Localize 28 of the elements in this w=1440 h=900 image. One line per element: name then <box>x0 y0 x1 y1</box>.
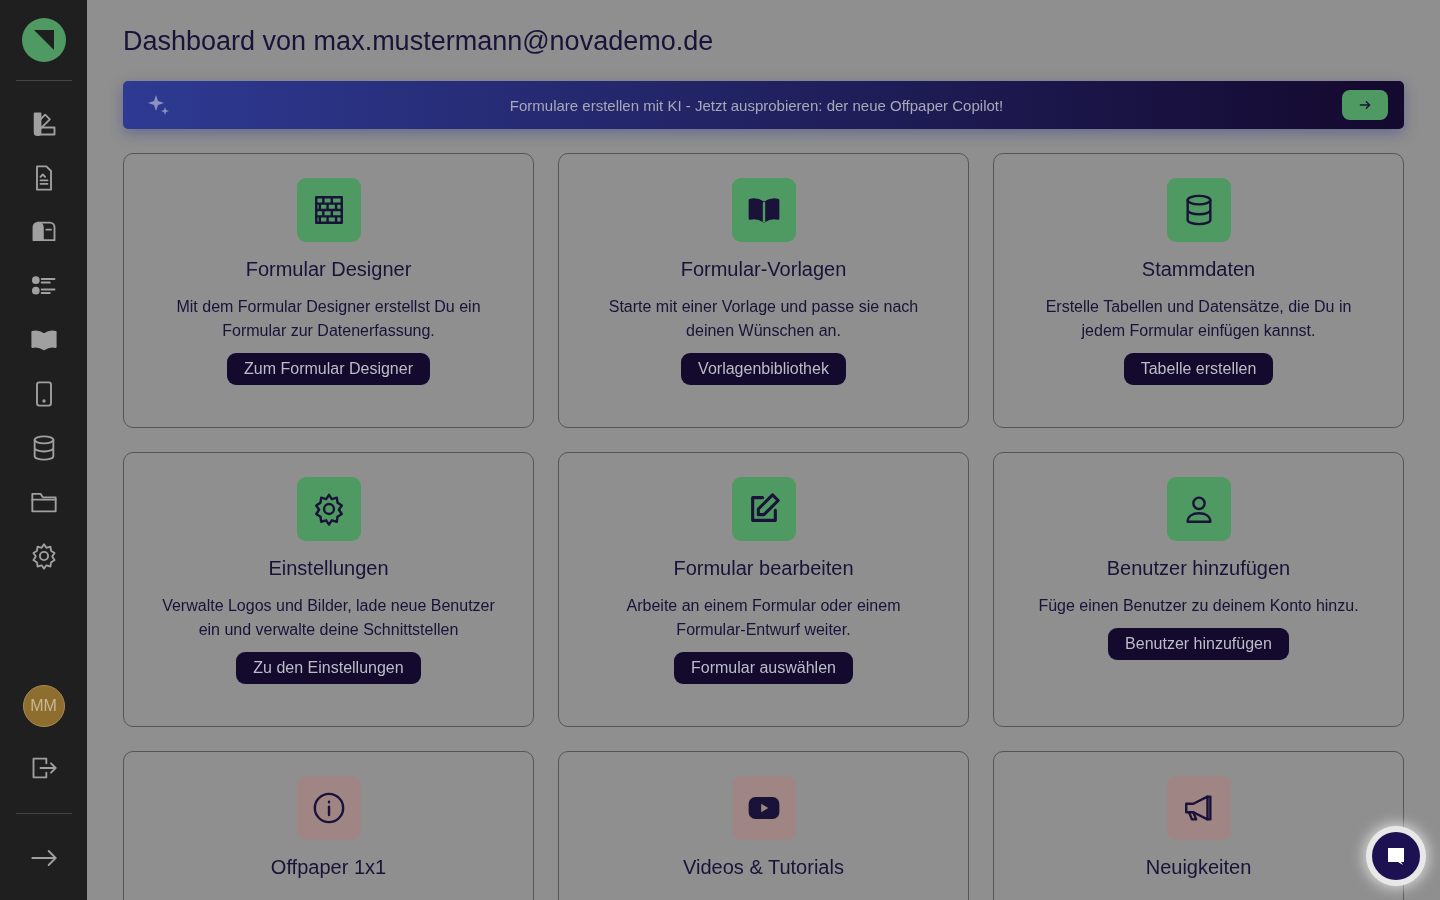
card-button[interactable]: Benutzer hinzufügen <box>1108 628 1289 660</box>
card-button[interactable]: Zu den Einstellungen <box>236 652 421 684</box>
card-button[interactable]: Vorlagenbibliothek <box>681 353 846 385</box>
card-title: Formular bearbeiten <box>673 557 854 580</box>
banner-text: Formulare erstellen mit KI - Jetzt ausprobieren: der neue Offpaper Copilot! <box>508 96 1005 114</box>
card-title: Formular-Vorlagen <box>680 258 847 281</box>
card-button[interactable]: Zum Formular Designer <box>227 353 430 385</box>
sparkle-icon <box>147 93 171 117</box>
card-title: Stammdaten <box>1141 258 1256 281</box>
card-description: Erstelle Tabellen und Datensätze, die Du in jedem Formular einfügen kannst. <box>1044 297 1353 341</box>
card-title: Videos & Tutorials <box>683 856 844 879</box>
card-description: Füge einen Benutzer zu deinem Konto hinzu. <box>1038 596 1359 616</box>
info-icon <box>311 791 346 825</box>
card-button[interactable]: Formular auswählen <box>674 652 853 684</box>
card-description: Starte mit einer Vorlage und passe sie nach deinen Wünschen an. <box>607 297 920 341</box>
page-title: Dashboard von max.mustermann@novademo.de <box>123 25 715 57</box>
card-description: Verwalte Logos und Bilder, lade neue Benutzer ein und verwalte deine Schnittstellen <box>161 596 496 640</box>
card-button[interactable]: Tabelle erstellen <box>1123 353 1274 385</box>
card-title: Formular Designer <box>245 258 412 281</box>
card-title: Einstellungen <box>268 557 389 580</box>
card-title: Benutzer hinzufügen <box>1106 557 1291 580</box>
copilot-banner[interactable]: Formulare erstellen mit KI - Jetzt ausprobieren: der neue Offpaper Copilot! <box>123 81 1404 129</box>
card-title: Neuigkeiten <box>1145 856 1252 879</box>
arrow-button[interactable] <box>1342 90 1388 120</box>
card-title: Offpaper 1x1 <box>270 856 387 879</box>
card-description: Mit dem Formular Designer erstellst Du ein Formular zur Datenerfassung. <box>175 297 482 341</box>
card-description: Arbeite an einem Formular oder einem Formular-Entwurf weiter. <box>625 596 902 640</box>
logo[interactable] <box>21 18 66 62</box>
